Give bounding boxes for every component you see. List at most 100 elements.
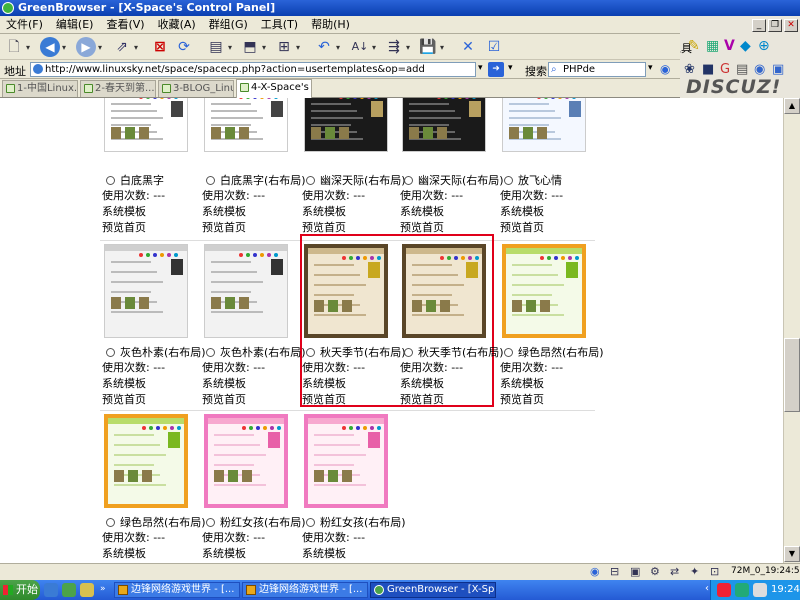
restore-button[interactable]: ❐ [768, 19, 782, 32]
ie-quicklaunch-icon[interactable] [44, 583, 58, 597]
vertical-scrollbar[interactable]: ▲ ▼ [783, 98, 800, 563]
template-option[interactable]: 灰色朴素(右布局) [106, 344, 206, 360]
template-radio[interactable] [306, 348, 315, 357]
preview-link[interactable]: 预览首页 [500, 220, 563, 236]
template-option[interactable]: 秋天季节(右布局) [404, 344, 504, 360]
address-input[interactable]: http://www.linuxsky.net/space/spacecp.ph… [30, 62, 476, 77]
template-radio[interactable] [504, 176, 513, 185]
template-thumbnail[interactable] [502, 98, 586, 152]
template-thumbnail[interactable] [204, 414, 288, 508]
paw-icon[interactable]: ❀ [684, 62, 695, 77]
menu-help[interactable]: 帮助(H) [305, 16, 357, 32]
template-radio[interactable] [504, 348, 513, 357]
preview-link[interactable]: 预览首页 [400, 392, 463, 408]
back-icon[interactable]: ◀ [40, 37, 60, 57]
save-page-icon[interactable]: ⬒ [240, 37, 260, 57]
status-proxy-icon[interactable]: ⇄ [670, 565, 679, 578]
template-option[interactable]: 放飞心情 [504, 172, 562, 188]
tray-app-icon[interactable] [717, 583, 731, 597]
preview-link[interactable]: 预览首页 [202, 392, 265, 408]
preview-link[interactable]: 预览首页 [302, 392, 365, 408]
template-option[interactable]: 粉红女孩(右布局) [306, 514, 406, 530]
layout-icon[interactable]: ⊞ [274, 37, 294, 57]
close-button[interactable]: ✕ [784, 19, 798, 32]
template-radio[interactable] [106, 348, 115, 357]
go-button[interactable]: ➜ [488, 62, 504, 77]
tab-4[interactable]: 4-X-Space's ... [236, 79, 312, 98]
preview-link[interactable]: 预览首页 [500, 392, 563, 408]
go-dropdown-icon[interactable]: ▾ [508, 63, 513, 73]
template-radio[interactable] [106, 518, 115, 527]
preview-link[interactable]: 预览首页 [102, 220, 165, 236]
sort-icon[interactable]: A↓ [350, 37, 370, 57]
template-radio[interactable] [206, 518, 215, 527]
template-thumbnail[interactable] [104, 98, 188, 152]
tray-network-icon[interactable] [735, 583, 749, 597]
status-flash-icon[interactable]: ✦ [690, 565, 699, 578]
globe-icon[interactable]: ◉ [754, 62, 765, 77]
status-script-icon[interactable]: ⚙ [650, 565, 660, 578]
forward-icon[interactable]: ▶ [76, 37, 96, 57]
template-thumbnail[interactable] [104, 244, 188, 338]
taskbar-item-game1[interactable]: 边锋网络游戏世界 - [... [114, 582, 240, 598]
diamond-icon[interactable]: ◆ [740, 38, 751, 54]
menu-favorites[interactable]: 收藏(A) [152, 16, 203, 32]
tab-3[interactable]: 3-BLOG_Linu... [158, 80, 234, 97]
template-radio[interactable] [206, 348, 215, 357]
tray-volume-icon[interactable] [753, 583, 767, 597]
scroll-down-button[interactable]: ▼ [784, 546, 800, 562]
template-option[interactable]: 绿色昂然(右布局) [504, 344, 604, 360]
template-radio[interactable] [404, 176, 413, 185]
open-folder-icon[interactable]: ⇗ [112, 37, 132, 57]
scroll-thumb[interactable] [784, 338, 800, 412]
preview-link[interactable]: 预览首页 [400, 220, 463, 236]
cube-icon[interactable]: ■ [702, 62, 714, 77]
close-tab-icon[interactable]: ✕ [458, 37, 478, 57]
share-icon[interactable]: ⇶ [384, 37, 404, 57]
menu-edit[interactable]: 编辑(E) [50, 16, 101, 32]
add-icon[interactable]: ⊕ [758, 38, 770, 54]
template-thumbnail[interactable] [204, 244, 288, 338]
taskbar-item-game2[interactable]: 边锋网络游戏世界 - [... [242, 582, 368, 598]
template-option[interactable]: 粉红女孩(右布局) [206, 514, 306, 530]
tab-2[interactable]: 2-春天到第... [80, 80, 156, 97]
template-radio[interactable] [306, 518, 315, 527]
checklist-icon[interactable]: ☑ [484, 37, 504, 57]
grid-icon[interactable]: ▦ [706, 38, 719, 54]
status-lock-icon[interactable]: ⊡ [710, 565, 719, 578]
template-thumbnail[interactable] [402, 244, 486, 338]
status-image-icon[interactable]: ▣ [630, 565, 640, 578]
template-thumbnail[interactable] [502, 244, 586, 338]
template-radio[interactable] [306, 176, 315, 185]
window-icon[interactable]: ▣ [772, 62, 784, 77]
template-radio[interactable] [106, 176, 115, 185]
preview-link[interactable]: 预览首页 [102, 392, 165, 408]
quicklaunch-more-icon[interactable]: » [100, 584, 106, 594]
menu-tools[interactable]: 工具(T) [255, 16, 305, 32]
pages-icon[interactable]: ▤ [206, 37, 226, 57]
template-thumbnail[interactable] [104, 414, 188, 508]
menu-file[interactable]: 文件(F) [0, 16, 50, 32]
tab-1[interactable]: 1-中国Linux... [2, 80, 78, 97]
start-button[interactable]: 开始 [0, 580, 40, 600]
status-globe-icon[interactable]: ◉ [590, 565, 600, 578]
save-icon[interactable]: 💾 [418, 37, 438, 57]
template-option[interactable]: 绿色昂然(右布局) [106, 514, 206, 530]
search-input[interactable]: ⌕ PHPde [548, 62, 646, 77]
desktop-quicklaunch-icon[interactable] [80, 583, 94, 597]
doc-icon[interactable]: ▤ [736, 62, 748, 77]
pencil-icon[interactable]: ✎ [688, 38, 700, 54]
template-option[interactable]: 幽深天际(右布局) [306, 172, 406, 188]
refresh-icon[interactable]: ⟳ [174, 37, 194, 57]
search-engine-icon[interactable]: ◉ [660, 62, 670, 76]
template-thumbnail[interactable] [204, 98, 288, 152]
search-dropdown-icon[interactable]: ▾ [648, 63, 653, 73]
template-radio[interactable] [404, 348, 413, 357]
undo-icon[interactable]: ↶ [314, 37, 334, 57]
template-thumbnail[interactable] [304, 98, 388, 152]
template-radio[interactable] [206, 176, 215, 185]
minimize-button[interactable]: _ [752, 19, 766, 32]
template-thumbnail[interactable] [402, 98, 486, 152]
template-option[interactable]: 幽深天际(右布局) [404, 172, 504, 188]
address-dropdown-icon[interactable]: ▾ [478, 63, 483, 73]
